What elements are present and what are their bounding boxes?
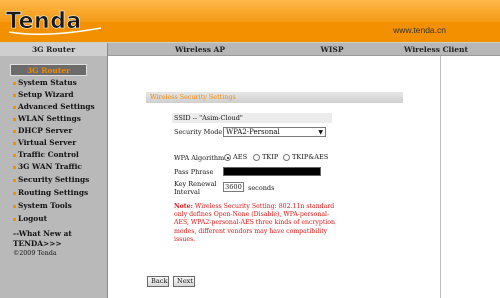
sidebar-item-label: System Tools bbox=[18, 201, 72, 210]
tab-bar: 3G Router Wireless AP WISP Wireless Clie… bbox=[0, 42, 500, 56]
sidebar-item-routing-settings[interactable]: Routing Settings bbox=[13, 187, 88, 199]
panel-title: Wireless Security Settings bbox=[146, 92, 403, 103]
bullet-icon bbox=[13, 141, 16, 145]
key-renewal-unit: seconds bbox=[248, 184, 275, 192]
what-new-link[interactable]: --What New at TENDA>>> bbox=[13, 229, 93, 249]
right-gutter bbox=[442, 56, 500, 298]
tab-wisp[interactable]: WISP bbox=[292, 43, 372, 56]
header-banner: Tenda www.tenda.cn bbox=[0, 0, 500, 42]
sidebar-item-traffic-control[interactable]: Traffic Control bbox=[13, 149, 79, 161]
bullet-icon bbox=[13, 129, 16, 133]
radio-aes[interactable] bbox=[224, 154, 231, 161]
radio-aes-label: AES bbox=[233, 153, 248, 161]
sidebar-item-3g-wan-traffic[interactable]: 3G WAN Traffic bbox=[13, 161, 82, 173]
key-renewal-label-line1: Key Renewal bbox=[174, 180, 217, 188]
bullet-icon bbox=[13, 105, 16, 109]
bullet-icon bbox=[13, 217, 16, 221]
sidebar-item-label: 3G WAN Traffic bbox=[18, 162, 82, 171]
security-mode-select[interactable]: WPA2-Personal ▼ bbox=[223, 127, 326, 137]
sidebar-item-label: Routing Settings bbox=[18, 188, 89, 197]
pass-phrase-label: Pass Phrase bbox=[174, 168, 214, 176]
sidebar-item-label: DHCP Server bbox=[18, 126, 73, 135]
sidebar-item-system-status[interactable]: System Status bbox=[13, 77, 77, 89]
sidebar-item-system-tools[interactable]: System Tools bbox=[13, 200, 72, 212]
sidebar-title: 3G Router bbox=[10, 64, 87, 76]
next-button[interactable]: Next bbox=[173, 276, 195, 287]
security-mode-label: Security Mode bbox=[174, 128, 223, 136]
chevron-down-icon: ▼ bbox=[318, 129, 323, 136]
copyright-text: ©2009 Tenda bbox=[13, 250, 57, 257]
sidebar-item-label: Virtual Server bbox=[18, 138, 77, 147]
tab-wireless-client[interactable]: Wireless Client bbox=[372, 43, 500, 56]
bullet-icon bbox=[13, 93, 16, 97]
site-url: www.tenda.cn bbox=[393, 25, 446, 35]
sidebar-item-label: Traffic Control bbox=[18, 150, 79, 159]
note-label: Note: bbox=[174, 203, 193, 210]
pass-phrase-input[interactable] bbox=[223, 167, 321, 176]
note-body: Wireless Security Setting: 802.11n stand… bbox=[174, 203, 336, 243]
radio-tkip[interactable] bbox=[253, 154, 260, 161]
wpa-algorithms-label: WPA Algorithms bbox=[174, 154, 228, 162]
radio-tkip-label: TKIP bbox=[262, 153, 279, 161]
sidebar-item-wlan-settings[interactable]: WLAN Settings bbox=[13, 113, 81, 125]
sidebar-item-logout[interactable]: Logout bbox=[13, 213, 47, 225]
sidebar-item-label: Logout bbox=[18, 214, 48, 223]
tab-wireless-ap[interactable]: Wireless AP bbox=[108, 43, 292, 56]
tenda-logo: Tenda bbox=[6, 9, 102, 35]
bullet-icon bbox=[13, 191, 16, 195]
sidebar: 3G Router System Status Setup Wizard Adv… bbox=[0, 56, 108, 298]
radio-tkip-aes-label: TKIP&AES bbox=[292, 153, 329, 161]
security-mode-value: WPA2-Personal bbox=[226, 128, 280, 136]
sidebar-item-label: System Status bbox=[18, 78, 77, 87]
radio-tkip-aes[interactable] bbox=[283, 154, 290, 161]
bullet-icon bbox=[13, 117, 16, 121]
key-renewal-input[interactable]: 3600 bbox=[223, 182, 244, 192]
sidebar-item-security-settings[interactable]: Security Settings bbox=[13, 174, 89, 186]
bullet-icon bbox=[13, 204, 16, 208]
sidebar-item-label: Advanced Settings bbox=[18, 102, 95, 111]
bullet-icon bbox=[13, 81, 16, 85]
sidebar-item-label: Security Settings bbox=[18, 175, 90, 184]
sidebar-item-advanced-settings[interactable]: Advanced Settings bbox=[13, 101, 95, 113]
svg-text:Tenda: Tenda bbox=[6, 9, 82, 34]
bullet-icon bbox=[13, 178, 16, 182]
key-renewal-label-line2: Interval bbox=[174, 188, 200, 196]
sidebar-item-label: Setup Wizard bbox=[18, 90, 74, 99]
sidebar-item-dhcp-server[interactable]: DHCP Server bbox=[13, 125, 72, 137]
bullet-icon bbox=[13, 165, 16, 169]
bullet-icon bbox=[13, 153, 16, 157]
sidebar-item-virtual-server[interactable]: Virtual Server bbox=[13, 137, 76, 149]
sidebar-item-setup-wizard[interactable]: Setup Wizard bbox=[13, 89, 74, 101]
sidebar-item-label: WLAN Settings bbox=[18, 114, 81, 123]
ssid-text: SSID -- "Asim-Cloud" bbox=[174, 114, 243, 122]
note-text: Note: Wireless Security Setting: 802.11n… bbox=[174, 203, 339, 244]
back-button[interactable]: Back bbox=[147, 276, 169, 287]
tab-3g-router[interactable]: 3G Router bbox=[0, 43, 108, 56]
